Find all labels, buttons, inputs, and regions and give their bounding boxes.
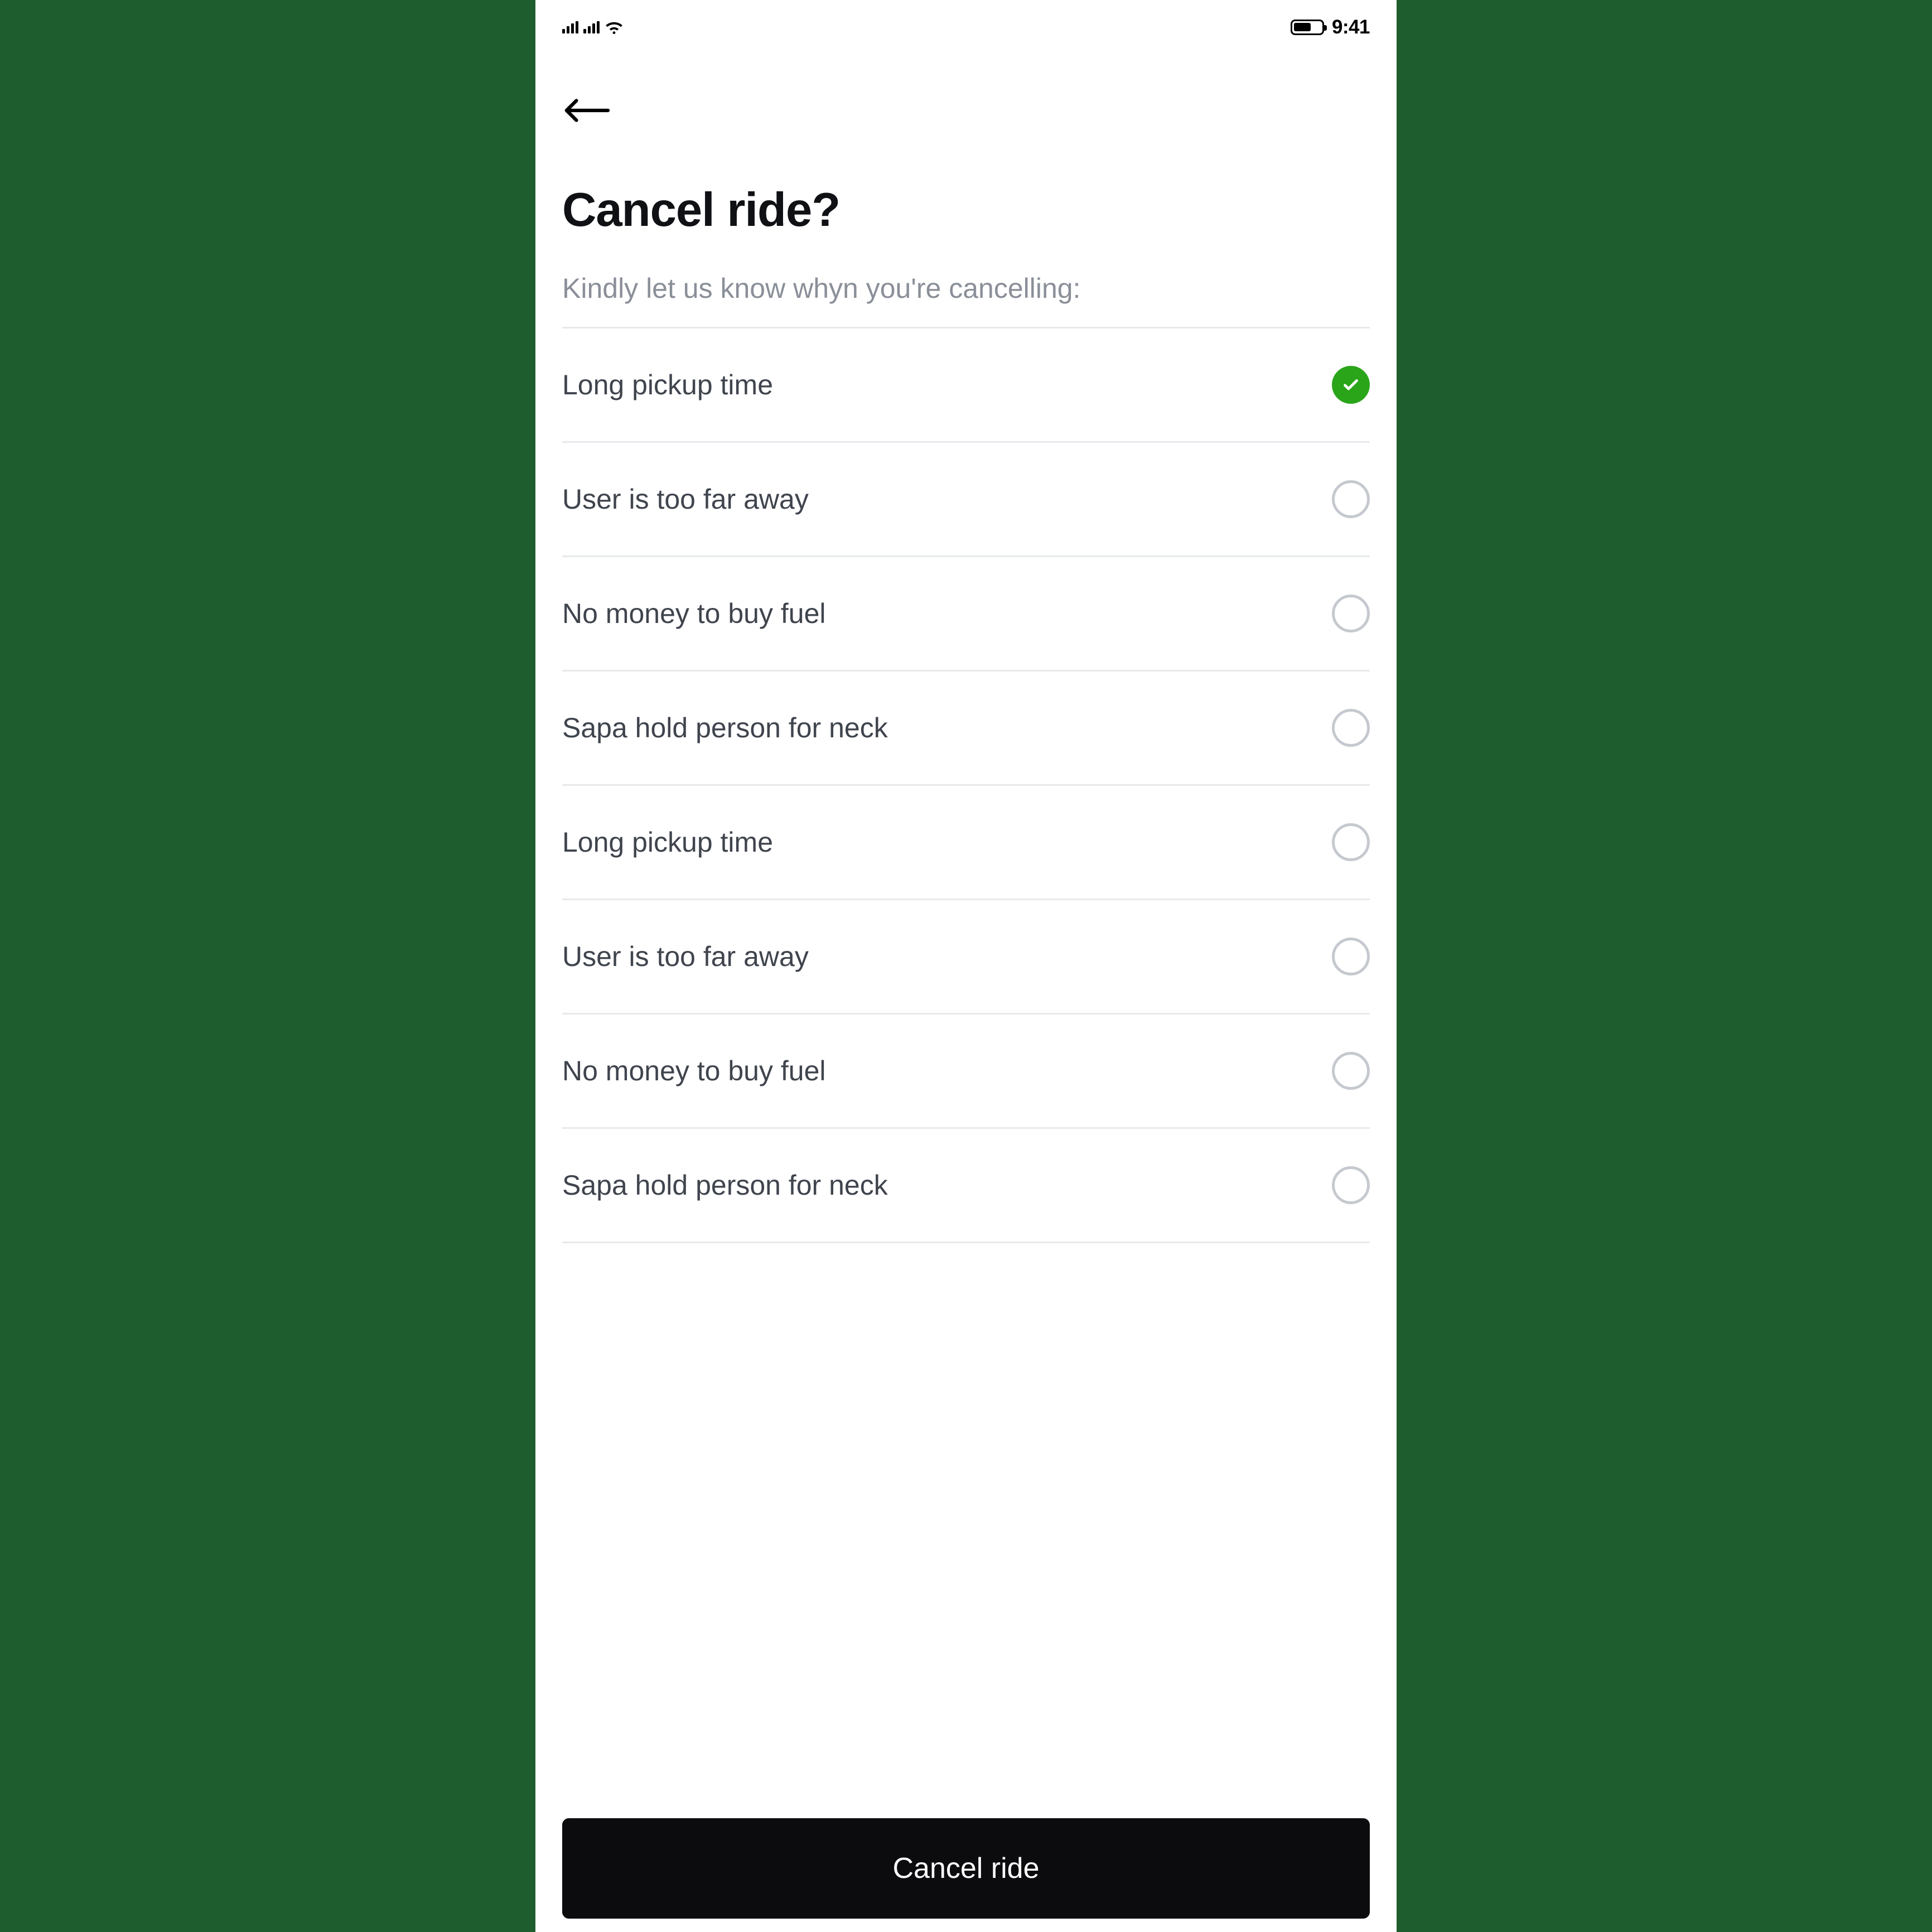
- radio-unselected-icon: [1332, 709, 1370, 747]
- reason-option[interactable]: No money to buy fuel: [562, 1015, 1370, 1129]
- cancel-ride-button[interactable]: Cancel ride: [562, 1818, 1370, 1919]
- clock-time: 9:41: [1332, 16, 1370, 38]
- reason-label: Long pickup time: [562, 369, 1318, 401]
- reason-label: Sapa hold person for neck: [562, 712, 1318, 744]
- radio-unselected-icon: [1332, 1166, 1370, 1204]
- reason-option[interactable]: User is too far away: [562, 443, 1370, 557]
- radio-unselected-icon: [1332, 938, 1370, 975]
- radio-unselected-icon: [1332, 480, 1370, 518]
- page-subtitle: Kindly let us know whyn you're cancellin…: [535, 238, 1397, 305]
- cellular-signal-icon: [583, 21, 600, 33]
- battery-icon: [1291, 20, 1324, 35]
- reason-label: User is too far away: [562, 940, 1318, 973]
- reason-list: Long pickup time User is too far away No m…: [562, 327, 1370, 1243]
- reason-label: User is too far away: [562, 483, 1318, 515]
- status-bar: 9:41: [535, 0, 1397, 49]
- reason-label: Sapa hold person for neck: [562, 1169, 1318, 1201]
- status-right: 9:41: [1291, 16, 1370, 38]
- wifi-icon: [605, 20, 624, 35]
- reason-option[interactable]: Sapa hold person for neck: [562, 1129, 1370, 1243]
- reason-label: No money to buy fuel: [562, 1055, 1318, 1087]
- phone-screen: 9:41 Cancel ride? Kindly let us know why…: [535, 0, 1397, 1932]
- page-title: Cancel ride?: [535, 127, 1397, 238]
- radio-selected-icon: [1332, 366, 1370, 404]
- reason-option[interactable]: Long pickup time: [562, 786, 1370, 900]
- cancel-ride-label: Cancel ride: [892, 1852, 1039, 1885]
- reason-option[interactable]: User is too far away: [562, 900, 1370, 1015]
- back-button[interactable]: [562, 94, 618, 127]
- radio-unselected-icon: [1332, 823, 1370, 861]
- radio-unselected-icon: [1332, 1052, 1370, 1090]
- reason-option[interactable]: Sapa hold person for neck: [562, 672, 1370, 786]
- reason-option[interactable]: Long pickup time: [562, 329, 1370, 443]
- cellular-signal-icon: [562, 21, 579, 33]
- radio-unselected-icon: [1332, 595, 1370, 632]
- status-left: [562, 20, 624, 35]
- reason-label: Long pickup time: [562, 826, 1318, 858]
- reason-option[interactable]: No money to buy fuel: [562, 557, 1370, 672]
- arrow-left-icon: [562, 97, 610, 124]
- reason-label: No money to buy fuel: [562, 597, 1318, 630]
